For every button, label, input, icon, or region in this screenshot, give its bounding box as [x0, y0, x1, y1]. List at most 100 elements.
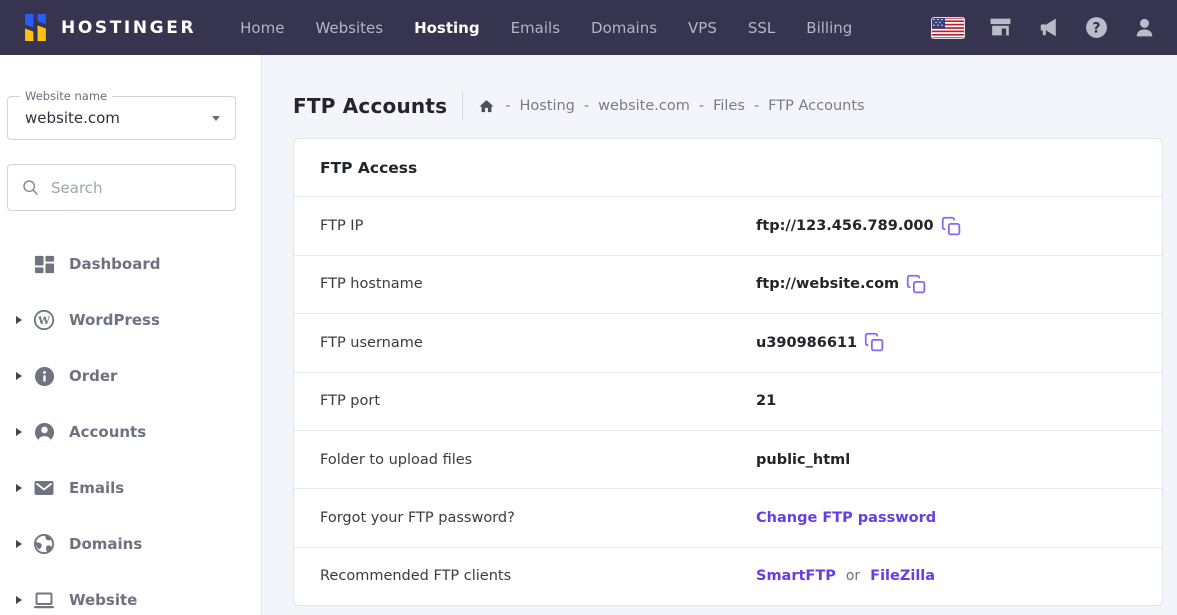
nav-home[interactable]: Home — [240, 19, 284, 37]
hostinger-logo[interactable]: HOSTINGER — [23, 14, 196, 41]
table-row: FTP hostname ftp://website.com — [294, 256, 1162, 314]
sidebar-item-label: Emails — [69, 479, 124, 497]
row-value: Change FTP password — [756, 510, 936, 526]
top-navigation: Home Websites Hosting Emails Domains VPS… — [240, 19, 852, 37]
row-label: FTP IP — [294, 218, 756, 234]
row-label: FTP hostname — [294, 276, 756, 292]
info-icon — [33, 365, 55, 387]
account-icon[interactable] — [1132, 15, 1157, 40]
copy-icon[interactable] — [906, 274, 927, 295]
table-row: FTP port 21 — [294, 373, 1162, 431]
svg-text:?: ? — [1092, 20, 1100, 36]
filezilla-link[interactable]: FileZilla — [870, 568, 935, 584]
search-icon — [21, 178, 40, 197]
dashboard-grid-icon — [33, 253, 55, 275]
nav-hosting[interactable]: Hosting — [414, 19, 480, 37]
ftp-username-value: u390986611 — [756, 332, 885, 353]
wordpress-icon: W — [33, 309, 55, 331]
copy-icon[interactable] — [864, 332, 885, 353]
home-icon[interactable] — [478, 98, 495, 115]
chevron-right-icon — [16, 316, 22, 324]
table-row: Forgot your FTP password? Change FTP pas… — [294, 489, 1162, 547]
row-label: Forgot your FTP password? — [294, 510, 756, 526]
chevron-right-icon — [16, 428, 22, 436]
ftp-port-value: 21 — [756, 393, 776, 409]
nav-emails[interactable]: Emails — [511, 19, 560, 37]
upload-folder-value: public_html — [756, 452, 850, 468]
sidebar-item-dashboard[interactable]: Dashboard — [0, 236, 261, 292]
topbar: HOSTINGER Home Websites Hosting Emails D… — [0, 0, 1177, 55]
breadcrumb-files[interactable]: Files — [713, 98, 745, 114]
help-icon[interactable]: ? — [1084, 15, 1109, 40]
sidebar-item-label: Website — [69, 591, 137, 609]
breadcrumb-separator: - — [584, 98, 589, 114]
table-row: FTP username u390986611 — [294, 314, 1162, 372]
svg-text:W: W — [37, 315, 50, 327]
page-header: FTP Accounts - Hosting - website.com - F… — [293, 91, 1163, 121]
website-selector[interactable]: Website name website.com — [7, 96, 236, 140]
brand-name: HOSTINGER — [61, 18, 196, 38]
ftp-hostname-value: ftp://website.com — [756, 274, 927, 295]
nav-ssl[interactable]: SSL — [748, 19, 775, 37]
globe-icon — [33, 533, 55, 555]
breadcrumb-hosting[interactable]: Hosting — [519, 98, 574, 114]
sidebar-item-accounts[interactable]: Accounts — [0, 404, 261, 460]
row-label: FTP username — [294, 335, 756, 351]
account-circle-icon — [33, 421, 55, 443]
sidebar-item-emails[interactable]: Emails — [0, 460, 261, 516]
nav-websites[interactable]: Websites — [315, 19, 383, 37]
sidebar-item-website[interactable]: Website — [0, 572, 261, 615]
nav-billing[interactable]: Billing — [806, 19, 852, 37]
table-row: Folder to upload files public_html — [294, 431, 1162, 489]
sidebar-item-label: WordPress — [69, 311, 160, 329]
sidebar: Website name website.com — [0, 55, 262, 615]
header-divider — [462, 91, 463, 121]
chevron-right-icon — [16, 596, 22, 604]
row-label: Folder to upload files — [294, 452, 756, 468]
page-title: FTP Accounts — [293, 94, 447, 118]
sidebar-item-label: Order — [69, 367, 117, 385]
row-value-text: ftp://website.com — [756, 276, 899, 292]
breadcrumb-website[interactable]: website.com — [598, 98, 690, 114]
breadcrumb-separator: - — [505, 98, 510, 114]
row-label: FTP port — [294, 393, 756, 409]
us-flag-icon[interactable] — [931, 17, 965, 39]
ftp-access-card: FTP Access FTP IP ftp://123.456.789.000 … — [293, 138, 1163, 606]
envelope-icon — [33, 477, 55, 499]
smartftp-link[interactable]: SmartFTP — [756, 568, 836, 584]
megaphone-icon[interactable] — [1036, 15, 1061, 40]
sidebar-search — [7, 164, 236, 211]
storefront-icon[interactable] — [988, 15, 1013, 40]
website-selector-label: Website name — [20, 89, 112, 103]
chevron-right-icon — [16, 540, 22, 548]
topbar-icon-group: ? — [931, 15, 1157, 40]
table-row: Recommended FTP clients SmartFTP or File… — [294, 548, 1162, 605]
change-ftp-password-link[interactable]: Change FTP password — [756, 510, 936, 526]
sidebar-item-label: Dashboard — [69, 255, 160, 273]
copy-icon[interactable] — [941, 216, 962, 237]
chevron-right-icon — [16, 484, 22, 492]
nav-domains[interactable]: Domains — [591, 19, 657, 37]
breadcrumb-separator: - — [754, 98, 759, 114]
sidebar-item-order[interactable]: Order — [0, 348, 261, 404]
sidebar-item-label: Accounts — [69, 423, 146, 441]
search-input[interactable] — [51, 179, 222, 197]
row-label: Recommended FTP clients — [294, 568, 756, 584]
laptop-icon — [33, 589, 55, 611]
row-value-text: ftp://123.456.789.000 — [756, 218, 934, 234]
ftp-ip-value: ftp://123.456.789.000 — [756, 216, 962, 237]
sidebar-item-domains[interactable]: Domains — [0, 516, 261, 572]
sidebar-item-wordpress[interactable]: W WordPress — [0, 292, 261, 348]
row-value: SmartFTP or FileZilla — [756, 568, 935, 584]
breadcrumb: - Hosting - website.com - Files - FTP Ac… — [478, 98, 864, 115]
hostinger-logo-icon — [23, 14, 50, 41]
main-content: FTP Accounts - Hosting - website.com - F… — [262, 55, 1177, 615]
sidebar-item-label: Domains — [69, 535, 142, 553]
breadcrumb-ftp-accounts: FTP Accounts — [768, 98, 864, 114]
row-value-text: u390986611 — [756, 335, 857, 351]
breadcrumb-separator: - — [699, 98, 704, 114]
conjunction-text: or — [846, 568, 860, 584]
card-title: FTP Access — [294, 139, 1162, 197]
nav-vps[interactable]: VPS — [688, 19, 717, 37]
sidebar-menu: Dashboard W WordPress — [0, 236, 261, 615]
